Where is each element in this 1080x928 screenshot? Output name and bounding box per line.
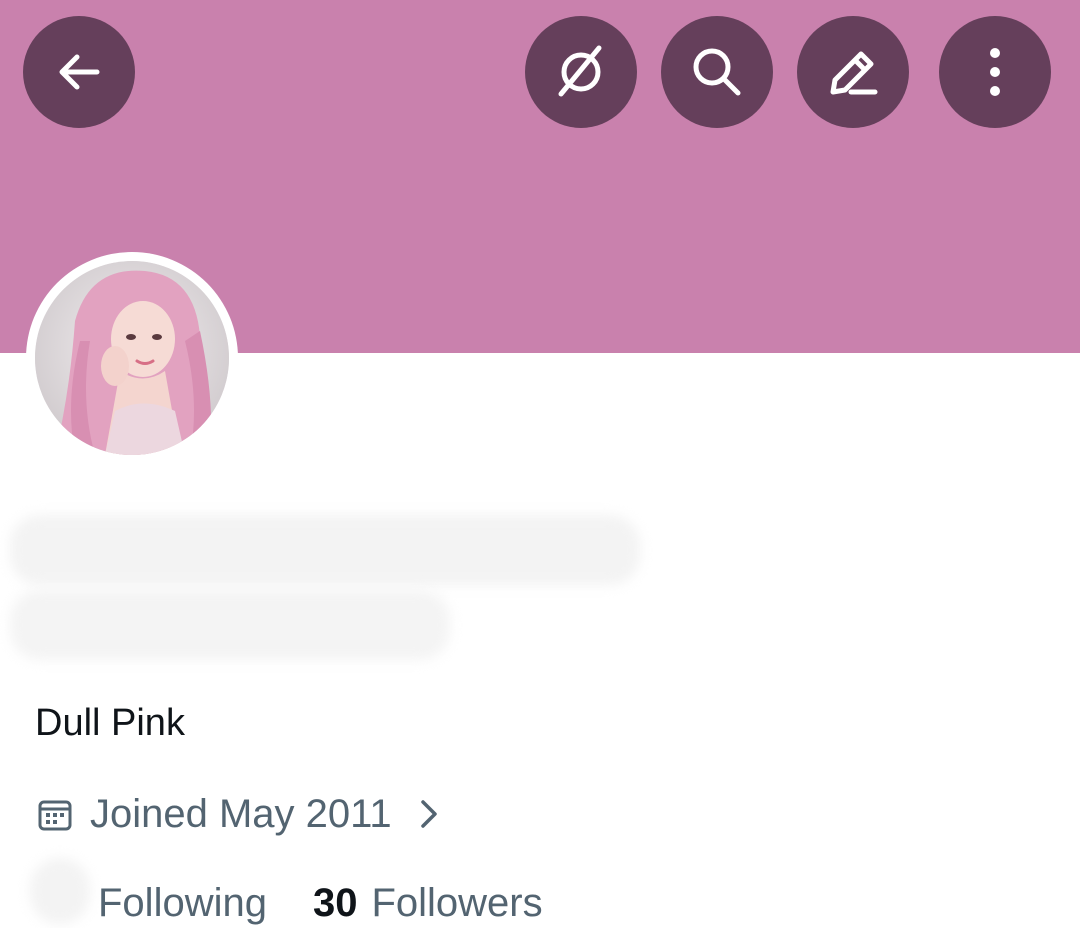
profile-bio: Dull Pink — [35, 702, 185, 744]
arrow-left-icon — [59, 54, 100, 90]
redacted-following-count — [30, 858, 90, 924]
more-vertical-icon — [990, 48, 1000, 96]
grok-icon — [558, 45, 602, 97]
more-button[interactable] — [939, 16, 1051, 128]
joined-date-row[interactable]: Joined May 2011 — [38, 788, 438, 840]
redacted-handle — [10, 590, 450, 660]
avatar-image — [35, 261, 229, 455]
calendar-icon — [38, 800, 72, 831]
chevron-right-icon — [420, 799, 438, 829]
following-link[interactable]: Following — [98, 878, 267, 928]
avatar — [35, 261, 229, 455]
grok-button[interactable] — [525, 16, 637, 128]
followers-link[interactable]: Followers — [371, 878, 542, 928]
back-button[interactable] — [23, 16, 135, 128]
follow-stats-row: Following 30 Followers — [98, 878, 543, 928]
edit-button[interactable] — [797, 16, 909, 128]
profile-avatar[interactable] — [26, 252, 238, 464]
search-icon — [693, 48, 741, 96]
joined-date: Joined May 2011 — [90, 792, 392, 836]
followers-count[interactable]: 30 — [313, 878, 358, 928]
redacted-display-name — [10, 515, 640, 585]
search-button[interactable] — [661, 16, 773, 128]
edit-pencil-icon — [830, 51, 878, 95]
